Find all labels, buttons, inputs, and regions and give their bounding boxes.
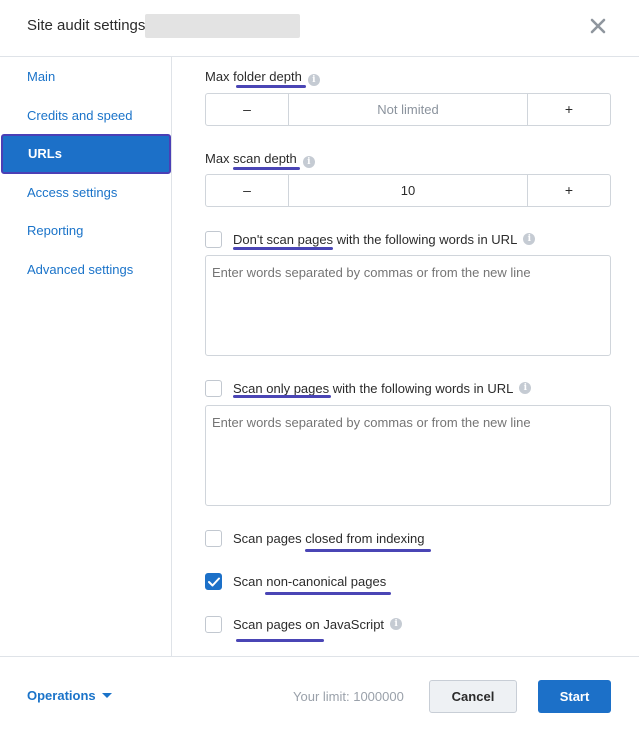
dont-scan-words-input[interactable] (205, 255, 611, 356)
operations-dropdown[interactable]: Operations (27, 688, 112, 703)
info-icon[interactable]: i (519, 382, 532, 394)
closed-from-indexing-label: Scan pages closed from indexing (233, 530, 425, 546)
dialog-title: Site audit settings (27, 17, 146, 34)
dont-scan-pages-label: Don't scan pages with the following word… (233, 231, 518, 247)
annotation-underline (233, 395, 331, 398)
max-folder-depth-label: Max folder depth i (205, 69, 320, 86)
cancel-button[interactable]: Cancel (429, 680, 517, 713)
scan-only-pages-checkbox[interactable] (205, 379, 222, 397)
annotation-underline (236, 639, 324, 642)
non-canonical-checkbox[interactable] (205, 572, 222, 590)
sidebar-item-credits-and-speed[interactable]: Credits and speed (0, 96, 172, 136)
dont-scan-pages-option: Don't scan pages with the following word… (205, 229, 536, 249)
start-button[interactable]: Start (538, 680, 611, 713)
close-icon[interactable] (588, 16, 608, 36)
redacted-site-name (145, 14, 300, 38)
info-icon[interactable]: i (390, 618, 403, 630)
max-folder-depth-value[interactable]: Not limited (288, 94, 528, 125)
checkmark-icon (208, 577, 220, 586)
non-canonical-option: Scan non-canonical pages (205, 571, 386, 591)
annotation-underline (265, 592, 391, 595)
dont-scan-pages-checkbox[interactable] (205, 230, 222, 248)
dialog-footer: Operations Your limit: 1000000 Cancel St… (0, 656, 639, 730)
increment-button[interactable]: + (528, 175, 610, 206)
sidebar-item-urls[interactable]: URLs (1, 134, 171, 174)
decrement-button[interactable]: – (206, 94, 288, 125)
sidebar-item-access-settings[interactable]: Access settings (0, 173, 172, 213)
scan-only-pages-label: Scan only pages with the following words… (233, 380, 514, 396)
max-folder-depth-stepper: – Not limited + (205, 93, 611, 126)
annotation-underline (233, 247, 333, 250)
caret-down-icon (101, 693, 112, 698)
settings-sidebar: Main Credits and speed URLs Access setti… (0, 57, 172, 656)
max-scan-depth-label: Max scan depth i (205, 151, 315, 168)
non-canonical-label: Scan non-canonical pages (233, 573, 387, 589)
annotation-underline (233, 167, 300, 170)
max-scan-depth-value[interactable]: 10 (288, 175, 528, 206)
decrement-button[interactable]: – (206, 175, 288, 206)
scan-only-words-input[interactable] (205, 405, 611, 506)
javascript-option: Scan pages on JavaScript i (205, 614, 403, 634)
info-icon[interactable]: i (302, 156, 315, 168)
urls-settings-panel: Max folder depth i – Not limited + Max sc… (172, 57, 639, 656)
info-icon[interactable]: i (523, 233, 536, 245)
annotation-underline (305, 549, 431, 552)
max-scan-depth-stepper: – 10 + (205, 174, 611, 207)
sidebar-item-advanced-settings[interactable]: Advanced settings (0, 250, 172, 290)
annotation-underline (236, 85, 306, 88)
sidebar-item-main[interactable]: Main (0, 57, 172, 97)
limit-text: Your limit: 1000000 (293, 689, 404, 704)
increment-button[interactable]: + (528, 94, 610, 125)
closed-from-indexing-checkbox[interactable] (205, 529, 222, 547)
dialog-header: Site audit settings (0, 0, 639, 57)
sidebar-item-reporting[interactable]: Reporting (0, 211, 172, 251)
javascript-checkbox[interactable] (205, 615, 222, 633)
closed-from-indexing-option: Scan pages closed from indexing (205, 528, 425, 548)
info-icon[interactable]: i (307, 74, 320, 86)
javascript-label: Scan pages on JavaScript (233, 616, 385, 632)
